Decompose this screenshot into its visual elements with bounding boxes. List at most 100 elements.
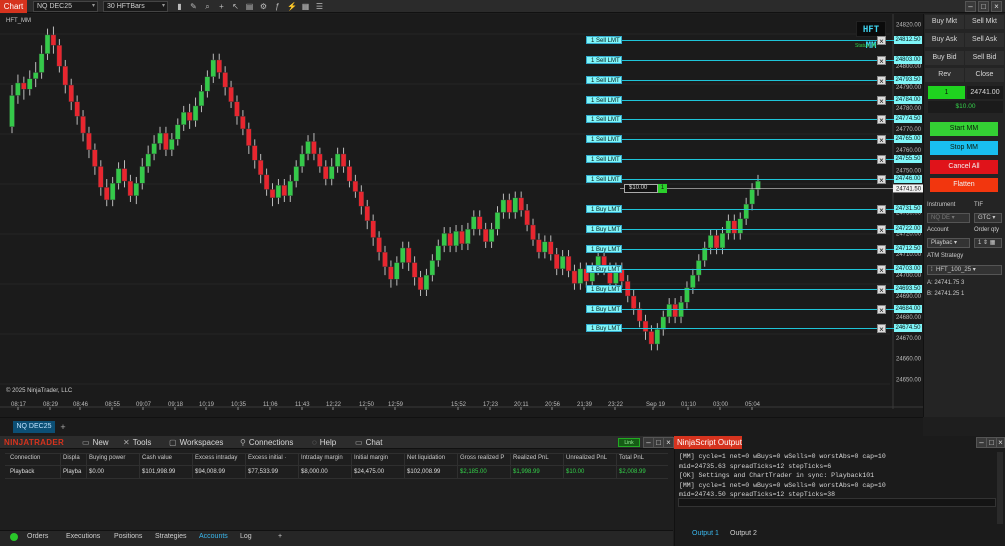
sell-limit-order-label[interactable]: 1 Sell LMT	[586, 95, 622, 104]
reverse-button[interactable]: Rev	[925, 68, 964, 82]
buy-order-line[interactable]	[622, 249, 894, 250]
sell-limit-order-label[interactable]: 1 Sell LMT	[586, 155, 622, 164]
indicators-icon[interactable]: ƒ	[273, 2, 282, 11]
cancel-order-icon[interactable]: ×	[877, 175, 886, 185]
sell-order-line[interactable]	[622, 79, 894, 81]
add-tab-icon[interactable]: +	[58, 421, 68, 433]
sell-limit-order-label[interactable]: 1 Sell LMT	[586, 75, 622, 84]
buy-limit-order-label[interactable]: 1 Buy LMT	[586, 225, 622, 234]
tab-log[interactable]: Log	[240, 532, 252, 542]
cancel-order-icon[interactable]: ×	[877, 115, 886, 125]
cancel-order-icon[interactable]: ×	[877, 225, 886, 235]
column-header[interactable]: Unrealized PnL	[566, 455, 607, 461]
column-header[interactable]: Intraday margin	[301, 455, 343, 461]
chart-trader-icon[interactable]: ☰	[315, 2, 324, 11]
buy-limit-order-label[interactable]: 1 Buy LMT	[586, 284, 622, 293]
order-qty-stepper[interactable]: 1 ⇕ ▦	[974, 238, 1002, 248]
buy-limit-order-label[interactable]: 1 Buy LMT	[586, 324, 622, 333]
menu-connections[interactable]: ⚲ Connections	[240, 438, 293, 447]
buy-limit-order-label[interactable]: 1 Buy LMT	[586, 304, 622, 313]
instrument-selector[interactable]: NQ DEC25 ▾	[33, 1, 98, 12]
start-mm-button[interactable]: Start MM	[930, 122, 998, 136]
crosshair-icon[interactable]: +	[217, 2, 226, 11]
chart-window-tab[interactable]: Chart	[0, 0, 27, 13]
menu-help[interactable]: ◌ Help	[312, 438, 336, 447]
maximize-icon[interactable]: □	[978, 1, 989, 12]
column-header[interactable]: Buying power	[89, 455, 125, 461]
sell-limit-order-label[interactable]: 1 Sell LMT	[586, 55, 622, 64]
sell-mkt-button[interactable]: Sell Mkt	[965, 15, 1004, 29]
column-header[interactable]: Realized PnL	[513, 455, 549, 461]
tab-positions[interactable]: Positions	[114, 532, 142, 542]
column-header[interactable]: Cash value	[142, 455, 172, 461]
sell-limit-order-label[interactable]: 1 Sell LMT	[586, 36, 622, 45]
chart-panel[interactable]: 24820.00 24812.50 24803.0024800.00 24793.50…	[0, 14, 923, 417]
sell-limit-order-label[interactable]: 1 Sell LMT	[586, 135, 622, 144]
buy-limit-order-label[interactable]: 1 Buy LMT	[586, 205, 622, 214]
cancel-order-icon[interactable]: ×	[877, 284, 886, 295]
instrument-tab[interactable]: NQ DEC25	[13, 421, 55, 433]
column-header[interactable]: Excess intraday	[195, 455, 237, 461]
cancel-all-button[interactable]: Cancel All	[930, 160, 998, 174]
menu-tools[interactable]: ✕ Tools	[123, 438, 151, 447]
column-header[interactable]: Initial margin	[354, 455, 388, 461]
sell-ask-button[interactable]: Sell Ask	[965, 33, 1004, 47]
cancel-order-icon[interactable]: ×	[877, 75, 886, 86]
buy-mkt-button[interactable]: Buy Mkt	[925, 15, 964, 29]
column-header[interactable]: Gross realized P	[460, 455, 504, 461]
add-tab-icon[interactable]: +	[278, 532, 282, 542]
cancel-order-icon[interactable]: ×	[877, 155, 886, 165]
column-header[interactable]: Excess initial ·	[248, 455, 286, 461]
zoom-icon[interactable]: ⌕	[203, 2, 212, 11]
atm-strategy-dropdown[interactable]: ⁞ HFT_100_25 ▾	[927, 265, 1002, 275]
sell-order-line[interactable]	[622, 179, 894, 181]
column-header[interactable]: Connection	[10, 455, 40, 461]
sell-order-line[interactable]	[622, 119, 894, 121]
instrument-dropdown[interactable]: NQ DE ▾	[927, 213, 970, 223]
buy-order-line[interactable]	[622, 209, 894, 211]
tab-executions[interactable]: Executions	[66, 532, 100, 542]
close-position-button[interactable]: Close	[965, 68, 1004, 82]
sell-order-line[interactable]	[622, 40, 894, 42]
pointer-icon[interactable]: ↖	[231, 2, 240, 11]
menu-new[interactable]: ▭ New	[82, 438, 109, 447]
price-chart[interactable]: 24820.00 24812.50 24803.0024800.00 24793.50…	[0, 14, 923, 417]
close-icon[interactable]: ×	[996, 437, 1005, 448]
close-icon[interactable]: ×	[991, 1, 1002, 12]
output-input-line[interactable]	[678, 498, 996, 507]
buy-order-line[interactable]	[622, 288, 894, 290]
sell-bid-button[interactable]: Sell Bid	[965, 51, 1004, 65]
link-button[interactable]: Link	[618, 438, 640, 447]
sell-order-line[interactable]	[622, 59, 894, 61]
buy-limit-order-label[interactable]: 1 Buy LMT	[586, 264, 622, 273]
cancel-order-icon[interactable]: ×	[877, 55, 886, 66]
tab-strategies[interactable]: Strategies	[155, 532, 187, 542]
flatten-button[interactable]: Flatten	[930, 178, 998, 192]
buy-order-line[interactable]	[622, 328, 894, 330]
cancel-order-icon[interactable]: ×	[877, 36, 886, 46]
buy-order-line[interactable]	[622, 268, 894, 270]
buy-bid-button[interactable]: Buy Bid	[925, 51, 964, 65]
account-dropdown[interactable]: Playbac ▾	[927, 238, 970, 248]
sell-order-line[interactable]	[622, 99, 894, 101]
sell-order-line[interactable]	[622, 159, 894, 161]
buy-limit-order-label[interactable]: 1 Buy LMT	[586, 245, 622, 253]
sell-limit-order-label[interactable]: 1 Sell LMT	[586, 115, 622, 124]
stop-mm-button[interactable]: Stop MM	[930, 141, 998, 155]
cancel-order-icon[interactable]: ×	[877, 304, 886, 315]
cancel-order-icon[interactable]: ×	[877, 264, 886, 275]
bar-chart-icon[interactable]: ▮	[175, 2, 184, 11]
tab-orders[interactable]: Orders	[27, 532, 48, 542]
sell-limit-order-label[interactable]: 1 Sell LMT	[586, 175, 622, 184]
tif-dropdown[interactable]: GTC ▾	[974, 213, 1002, 223]
bar-type-selector[interactable]: 30 HFTBars ▾	[103, 1, 168, 12]
cancel-order-icon[interactable]: ×	[877, 205, 886, 215]
menu-workspaces[interactable]: ▢ Workspaces	[169, 438, 223, 447]
close-icon[interactable]: ×	[663, 437, 674, 448]
cancel-order-icon[interactable]: ×	[877, 245, 886, 255]
output-tab-1[interactable]: Output 1	[692, 530, 719, 537]
output-scrollbar[interactable]	[997, 452, 1003, 524]
properties-icon[interactable]: ⚙	[259, 2, 268, 11]
draw-tool-icon[interactable]: ✎	[189, 2, 198, 11]
column-header[interactable]: Net liquidation	[407, 455, 445, 461]
